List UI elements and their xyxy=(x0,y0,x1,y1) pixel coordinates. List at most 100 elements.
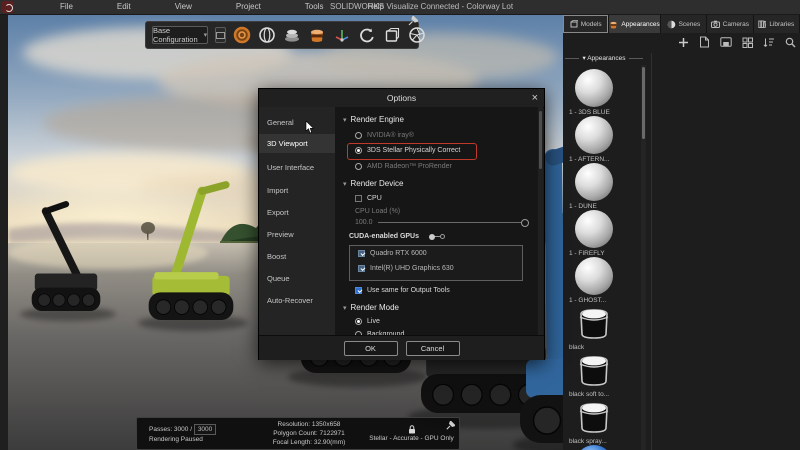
tab-queue[interactable]: Queue xyxy=(259,269,335,288)
refresh-icon[interactable] xyxy=(358,24,376,46)
move-gizmo-icon[interactable] xyxy=(333,24,351,46)
menu-view[interactable]: View xyxy=(175,0,192,14)
menu-tools[interactable]: Tools xyxy=(305,0,324,14)
appearance-item[interactable]: 1 - 3DS BLUE xyxy=(569,69,633,116)
checkbox-intel-uhd-630[interactable]: Intel(R) UHD Graphics 630 xyxy=(358,265,454,272)
dialog-content: ▾Render Engine NVIDIA® iray® 3DS Stellar… xyxy=(335,107,538,335)
tab-boost[interactable]: Boost xyxy=(259,247,335,266)
scrollbar-thumb[interactable] xyxy=(642,67,645,139)
appearance-item[interactable]: 1 - GHOST... xyxy=(569,257,633,304)
passes-input[interactable]: 3000 xyxy=(194,424,216,435)
checkbox-use-same-output[interactable]: Use same for Output Tools xyxy=(355,287,450,294)
menu-bar: File Edit View Project Tools Help SOLIDW… xyxy=(0,0,800,15)
radio-nvidia-iray[interactable]: NVIDIA® iray® xyxy=(355,132,414,139)
tab-libraries[interactable]: Libraries xyxy=(754,15,800,33)
gpu-list-box: Quadro RTX 6000 Intel(R) UHD Graphics 63… xyxy=(349,245,523,281)
tree-header[interactable]: ▾ Appearances xyxy=(565,53,643,63)
search-icon[interactable] xyxy=(785,37,796,48)
cuda-gpus-row: CUDA-enabled GPUs xyxy=(349,233,445,240)
slider-handle[interactable] xyxy=(521,219,529,227)
render-status-box: Passes: 3000 / 3000 Rendering Paused Res… xyxy=(136,417,460,450)
header-rule xyxy=(629,58,643,59)
status-pin-icon[interactable] xyxy=(446,421,455,430)
render-state: Rendering Paused xyxy=(149,435,254,444)
grid-view-icon[interactable] xyxy=(742,37,753,48)
material-sphere-thumb xyxy=(575,116,613,154)
tab-scenes[interactable]: Scenes xyxy=(661,15,707,33)
cpu-load-slider[interactable] xyxy=(378,222,527,223)
section-render-device[interactable]: ▾Render Device xyxy=(343,179,403,188)
appearance-item[interactable]: black xyxy=(569,304,633,351)
radio-icon xyxy=(355,147,362,154)
split-sphere-icon[interactable] xyxy=(258,24,276,46)
ok-button[interactable]: OK xyxy=(344,341,398,356)
menu-file[interactable]: File xyxy=(60,0,73,14)
radio-live[interactable]: Live xyxy=(355,318,380,325)
cpu-load-label: CPU Load (%) xyxy=(355,208,400,215)
checkbox-quadro-rtx-6000[interactable]: Quadro RTX 6000 xyxy=(358,250,427,257)
material-sphere-thumb xyxy=(575,69,613,107)
close-icon[interactable]: × xyxy=(532,90,538,106)
toolbar-pin-icon[interactable] xyxy=(408,16,418,26)
appearance-item[interactable]: black soft to... xyxy=(569,351,633,398)
dialog-scrollbar[interactable] xyxy=(538,107,543,335)
sort-icon[interactable] xyxy=(763,37,775,48)
checkbox-icon xyxy=(355,287,362,294)
lock-icon xyxy=(408,425,416,434)
engine-block: Stellar - Accurate - GPU Only xyxy=(364,425,459,443)
save-icon[interactable] xyxy=(720,37,732,47)
appearance-item[interactable]: 1 - FIREFLY xyxy=(569,210,633,257)
dialog-tab-list: General 3D Viewport User Interface Impor… xyxy=(259,107,336,335)
focal-length-text: Focal Length: 32.90(mm) xyxy=(254,438,364,447)
header-rule xyxy=(565,58,579,59)
add-icon[interactable] xyxy=(678,37,689,48)
box-icon[interactable] xyxy=(383,24,401,46)
tab-preview[interactable]: Preview xyxy=(259,225,335,244)
aperture-icon[interactable] xyxy=(408,24,426,46)
tab-user-interface[interactable]: User Interface xyxy=(259,158,335,177)
appearance-item[interactable]: 1 - DUNE xyxy=(569,163,633,210)
checkbox-icon xyxy=(358,265,365,272)
appearance-item[interactable]: black spray... xyxy=(569,398,633,445)
scrollbar-thumb[interactable] xyxy=(539,111,542,169)
dialog-titlebar[interactable]: Options × xyxy=(259,89,544,108)
radio-amd-prorender[interactable]: AMD Radeon™ ProRender xyxy=(355,163,452,170)
tab-import[interactable]: Import xyxy=(259,181,335,200)
checkbox-cpu[interactable]: CPU xyxy=(355,195,382,202)
tree-scrollbar[interactable] xyxy=(641,65,646,450)
polygon-count-text: Polygon Count: 7122971 xyxy=(254,429,364,438)
gpu-toggle[interactable] xyxy=(429,234,445,240)
cuda-gpus-label: CUDA-enabled GPUs xyxy=(349,233,419,240)
cancel-button[interactable]: Cancel xyxy=(406,341,460,356)
section-render-mode[interactable]: ▾Render Mode xyxy=(343,303,399,312)
collapse-caret-icon: ▾ xyxy=(343,305,347,312)
target-icon[interactable] xyxy=(233,24,251,46)
configuration-dropdown[interactable]: Base Configuration ▾ xyxy=(152,26,208,44)
window-title: SOLIDWORKS Visualize Connected - Colorwa… xyxy=(330,0,513,14)
tab-appearances[interactable]: Appearances xyxy=(609,15,660,33)
render-info-block: Resolution: 1350x658 Polygon Count: 7122… xyxy=(254,420,364,447)
section-render-engine[interactable]: ▾Render Engine xyxy=(343,115,404,124)
material-sphere-thumb xyxy=(575,163,613,201)
tab-general[interactable]: General xyxy=(259,113,335,132)
right-panel: Models Appearances Scenes Cameras Librar… xyxy=(563,15,800,450)
layers-icon[interactable] xyxy=(283,24,301,46)
tab-cameras[interactable]: Cameras xyxy=(707,15,753,33)
radio-3ds-stellar[interactable]: 3DS Stellar Physically Correct xyxy=(355,147,460,154)
appearance-item[interactable] xyxy=(569,445,633,450)
appearance-item[interactable]: 1 - AFTERN... xyxy=(569,116,633,163)
dialog-buttons: OK Cancel xyxy=(259,335,544,360)
paint-bucket-icon[interactable] xyxy=(308,24,326,46)
tab-auto-recover[interactable]: Auto-Recover xyxy=(259,291,335,310)
checkbox-icon xyxy=(355,195,362,202)
tab-export[interactable]: Export xyxy=(259,203,335,222)
tab-3d-viewport[interactable]: 3D Viewport xyxy=(259,134,335,153)
configuration-manager-button[interactable] xyxy=(215,27,226,43)
tab-models[interactable]: Models xyxy=(563,15,609,33)
dialog-title: Options xyxy=(259,89,544,107)
menu-edit[interactable]: Edit xyxy=(117,0,131,14)
menu-project[interactable]: Project xyxy=(236,0,261,14)
new-page-icon[interactable] xyxy=(699,36,710,48)
radio-icon xyxy=(355,318,362,325)
paint-bucket-thumb xyxy=(575,398,613,436)
